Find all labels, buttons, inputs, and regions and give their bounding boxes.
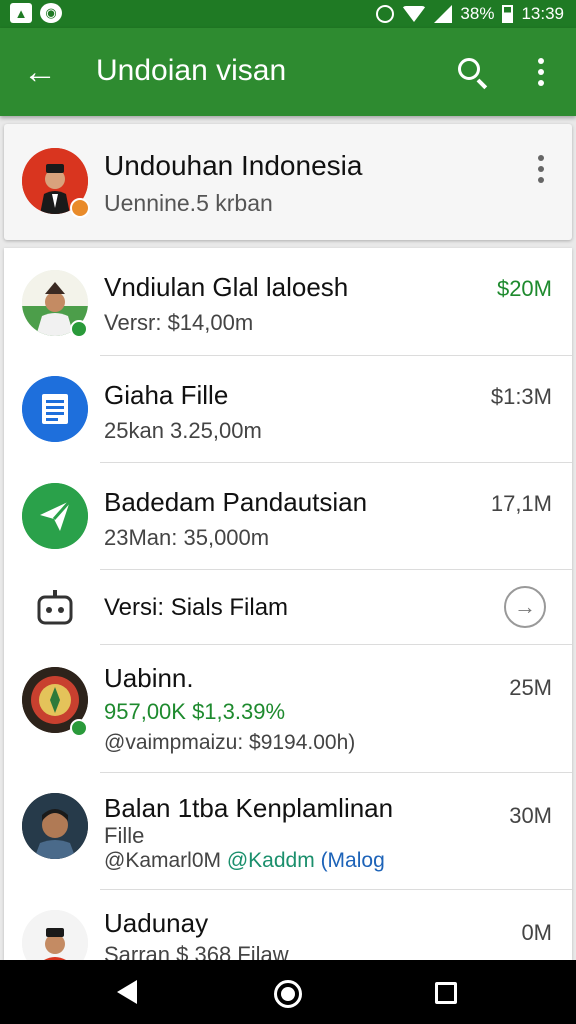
- header-card[interactable]: Undouhan Indonesia Uennine.5 krban: [4, 124, 572, 240]
- app-bar: ← Undoian visan: [0, 28, 576, 116]
- item-subtitle: Fille: [104, 823, 145, 848]
- item-detail: @Kamarl0M @Kaddm (Malog: [104, 849, 385, 873]
- person-avatar: [22, 793, 88, 859]
- battery-icon: [502, 5, 514, 23]
- send-icon: [22, 483, 88, 549]
- header-name: Undouhan Indonesia: [104, 150, 363, 181]
- wifi-icon: [402, 6, 427, 22]
- item-title: Giaha Fille: [104, 380, 229, 410]
- verified-badge-icon: [70, 198, 90, 218]
- online-badge-icon: [70, 320, 88, 338]
- search-icon[interactable]: [452, 52, 492, 92]
- item-value: 30M: [509, 803, 552, 828]
- item-subtitle: 25kan 3.25,00m: [104, 418, 262, 443]
- more-vert-icon[interactable]: [526, 152, 556, 186]
- file-list: Vndiulan Glal laloesh Versr: $14,00m $20…: [4, 248, 572, 960]
- status-bar: ▲ ◉ 38% 13:39: [0, 0, 576, 28]
- robot-icon: [36, 588, 74, 626]
- battery-percent: 38%: [460, 4, 495, 23]
- list-item[interactable]: Balan 1tba Kenplamlinan Fille @Kamarl0M …: [4, 773, 572, 890]
- status-time: 13:39: [521, 4, 564, 23]
- item-value: $20M: [496, 276, 552, 301]
- list-item[interactable]: Badedam Pandautsian 23Man: 35,000m 17,1M: [4, 463, 572, 570]
- list-item[interactable]: Uadunay Sarran $ 368 Filaw 0M: [4, 890, 572, 960]
- more-vert-icon[interactable]: [526, 52, 556, 92]
- item-title: Versi: Sials Filam: [104, 594, 289, 621]
- signal-icon: [434, 5, 453, 23]
- item-detail: @vaimpmaizu: $9194.00h): [104, 731, 356, 754]
- item-handle: @Kamarl0M: [104, 849, 222, 872]
- item-title: Uadunay: [104, 908, 209, 938]
- app-bar-title: Undoian visan: [96, 54, 287, 87]
- item-title: Uabinn.: [104, 663, 194, 693]
- arrow-right-circle-icon[interactable]: →: [504, 586, 546, 628]
- item-handle-link[interactable]: @Kaddm: [227, 849, 315, 872]
- person-avatar: [22, 910, 88, 960]
- list-item[interactable]: Versi: Sials Filam →: [4, 570, 572, 645]
- whatsapp-icon: ◉: [40, 3, 62, 23]
- item-value: $1:3M: [490, 384, 552, 409]
- app-notification-icon: ▲: [10, 3, 32, 23]
- item-subtitle: Sarran $ 368 Filaw: [104, 942, 289, 960]
- item-value: 25M: [509, 675, 552, 700]
- navigation-bar: [0, 960, 576, 1024]
- item-subtitle: 957,00K $1,3.39%: [104, 699, 286, 724]
- header-subtitle: Uennine.5 krban: [104, 190, 273, 216]
- nav-recents-icon[interactable]: [435, 982, 457, 1004]
- item-title: Balan 1tba Kenplamlinan: [104, 793, 394, 823]
- list-item[interactable]: Uabinn. 957,00K $1,3.39% @vaimpmaizu: $9…: [4, 645, 572, 773]
- back-arrow-icon[interactable]: ←: [20, 52, 60, 92]
- item-subtitle: Versr: $14,00m: [104, 310, 254, 335]
- alarm-icon: [376, 5, 395, 23]
- list-item[interactable]: Giaha Fille 25kan 3.25,00m $1:3M: [4, 356, 572, 463]
- list-item[interactable]: Vndiulan Glal laloesh Versr: $14,00m $20…: [4, 248, 572, 356]
- item-title: Badedam Pandautsian: [104, 487, 368, 517]
- item-subtitle: 23Man: 35,000m: [104, 525, 270, 550]
- item-value: 0M: [521, 920, 552, 945]
- item-catalog-link[interactable]: (Malog: [321, 849, 385, 872]
- document-icon: [22, 376, 88, 442]
- online-badge-icon: [70, 719, 88, 737]
- item-value: 17,1M: [490, 491, 552, 516]
- nav-home-icon[interactable]: [274, 980, 302, 1008]
- nav-back-icon[interactable]: [117, 980, 137, 1004]
- item-title: Vndiulan Glal laloesh: [104, 272, 349, 302]
